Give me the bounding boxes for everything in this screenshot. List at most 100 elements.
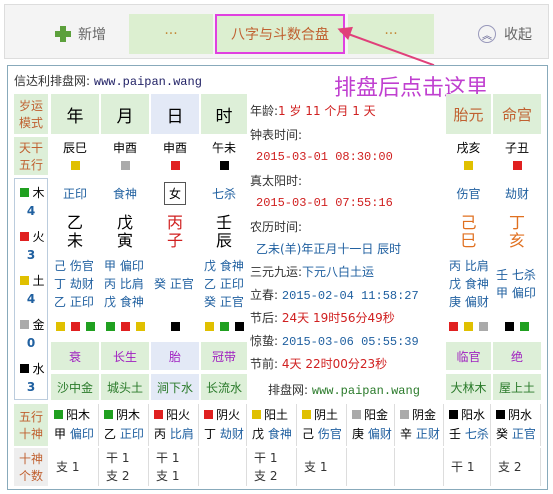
ganzhi-swatch-hour (201, 157, 247, 173)
color-swatch-icon (252, 410, 261, 419)
bazi-doushu-combine-button[interactable]: 八字与斗数合盘 (215, 14, 345, 54)
sanyuan-label: 三元九运: (250, 265, 303, 279)
wuxing-name: 木 (32, 185, 45, 200)
pillar-taiyuan: 己巳 (446, 210, 491, 254)
canggan-item: 甲 偏印 (496, 286, 536, 300)
color-swatch-icon (170, 321, 180, 331)
color-swatch-icon (20, 231, 30, 241)
shishen-taiyuan: 伤官 (446, 178, 491, 208)
shishen-count-cell (201, 448, 247, 486)
site-footer-url[interactable]: www.paipan.wang (312, 384, 420, 398)
shishen-stem-cell: 阴金辛 正财 (397, 404, 444, 446)
lichun-row: 立春: 2015-02-04 11:58:27 (250, 286, 419, 303)
count-zhi: 支 1 (56, 460, 80, 474)
color-swatch-icon (20, 363, 30, 373)
ganzhi-swatch-year (51, 157, 99, 173)
changsheng-text: 胎 (168, 349, 181, 364)
color-swatch-icon (105, 321, 115, 331)
jiehou-row: 节后: 24天 19时56分49秒 (250, 309, 395, 326)
ganzhi-text: 午未 (211, 140, 236, 155)
tiangan-label-1: 天干 (18, 141, 43, 155)
canggan-item: 癸 正官 (154, 277, 194, 291)
stem-detail: 癸 正官 (496, 425, 536, 444)
solar-value: 2015-03-01 07:55:16 (256, 196, 393, 210)
site-footer-row: 排盘网: www.paipan.wang (268, 381, 420, 398)
color-swatch-icon (154, 410, 163, 419)
color-swatch-icon (479, 321, 488, 331)
pillar-gan: 丙 (166, 213, 183, 232)
stem-head-text: 阴金 (412, 408, 437, 422)
count-gan: 干 1 (156, 451, 180, 465)
age-label: 年龄: (250, 104, 279, 118)
changsheng-month: 长生 (101, 342, 149, 370)
count-gan: 干 1 (106, 451, 130, 465)
wuxing-count: 3 (26, 380, 36, 394)
lunar-label: 农历时间: (250, 220, 303, 234)
color-swatch-icon (449, 410, 458, 419)
nayin-month: 城头土 (101, 374, 149, 400)
jiehou-label: 节后: (250, 311, 279, 325)
shishen-count-cell: 干 1支 2 (249, 448, 297, 486)
nayin-text: 大林木 (450, 380, 487, 395)
shishen-text: 七杀 (211, 186, 236, 201)
color-swatch-icon (20, 187, 30, 197)
color-swatch-icon (449, 321, 458, 331)
ganzhi-year: 辰巳 (51, 137, 99, 157)
nayin-hour: 长流水 (201, 374, 247, 400)
changsheng-text: 冠带 (211, 349, 236, 364)
color-swatch-icon (70, 160, 80, 170)
solar-label: 真太阳时: (250, 174, 303, 188)
new-button[interactable]: 新增 (35, 14, 125, 54)
sanyuan-value: 下元八白土运 (302, 265, 375, 279)
shishen-count-cell: 支 2 (493, 448, 541, 486)
color-swatch-icon (54, 410, 63, 419)
pillar-gan: 己 (460, 213, 477, 232)
ganzhi-text: 戌亥 (456, 140, 481, 155)
shishen-stem-cell: 阳木甲 偏印 (51, 404, 99, 446)
stem-head: 阳火 (154, 406, 190, 425)
ganzhi-text: 子丑 (504, 140, 529, 155)
changsheng-text: 衰 (68, 349, 81, 364)
canggan-item: 庚 偏财 (449, 295, 489, 309)
stem-shishen: 食神 (267, 427, 292, 441)
site-url[interactable]: www.paipan.wang (94, 75, 202, 89)
stem-shishen: 比肩 (169, 427, 194, 441)
toolbar: 新增 ··· 八字与斗数合盘 ··· ︽ 收起 (4, 4, 549, 59)
yunshi-label-1: 岁运 (18, 99, 43, 113)
shishen-text: 劫财 (504, 186, 529, 201)
shishen-count-cell: 支 1 (299, 448, 347, 486)
color-swatch-icon (20, 275, 30, 285)
color-swatch-icon (464, 321, 473, 331)
yunshi-mode-label[interactable]: 岁运 模式 (14, 94, 48, 134)
shishen-stem-cell: 阳火丙 比肩 (151, 404, 199, 446)
count-gan: 干 1 (451, 460, 475, 474)
stem-shishen: 偏财 (367, 427, 392, 441)
stem-shishen: 偏印 (69, 427, 94, 441)
stem-head-text: 阴水 (508, 408, 533, 422)
lichun-value: 2015-02-04 11:58:27 (281, 289, 419, 303)
color-swatch-icon (104, 410, 113, 419)
jingzhe-label: 惊蛰: (250, 334, 279, 348)
col-hour-header: 时 (201, 94, 247, 134)
changsheng-year: 衰 (51, 342, 99, 370)
pillar-zhi: 未 (66, 231, 83, 250)
wuxing-count: 4 (26, 292, 36, 306)
tiangan-label-2: 五行 (18, 158, 43, 172)
col-month-header: 月 (101, 94, 149, 134)
nayin-text: 涧下水 (156, 380, 193, 395)
stem-detail: 辛 正财 (400, 425, 440, 444)
wuxing-item: 金 (16, 314, 46, 334)
stem-head: 阳土 (252, 406, 288, 425)
chevron-up-icon: ︽ (478, 25, 496, 43)
changsheng-text: 临官 (456, 349, 481, 364)
stem-shishen: 七杀 (464, 427, 489, 441)
stem-gan: 丙 (154, 427, 167, 441)
more-button-left[interactable]: ··· (129, 14, 213, 54)
color-swatch-icon (219, 160, 229, 170)
stem-head-text: 阳木 (66, 408, 91, 422)
shishen-stem-cell: 阳土戊 食神 (249, 404, 297, 446)
color-swatch-icon (505, 321, 514, 331)
collapse-button[interactable]: ︽ 收起 (465, 14, 545, 54)
count-gan: 干 1 (254, 451, 278, 465)
sanyuan-row: 三元九运:下元八白土运 (250, 263, 374, 280)
